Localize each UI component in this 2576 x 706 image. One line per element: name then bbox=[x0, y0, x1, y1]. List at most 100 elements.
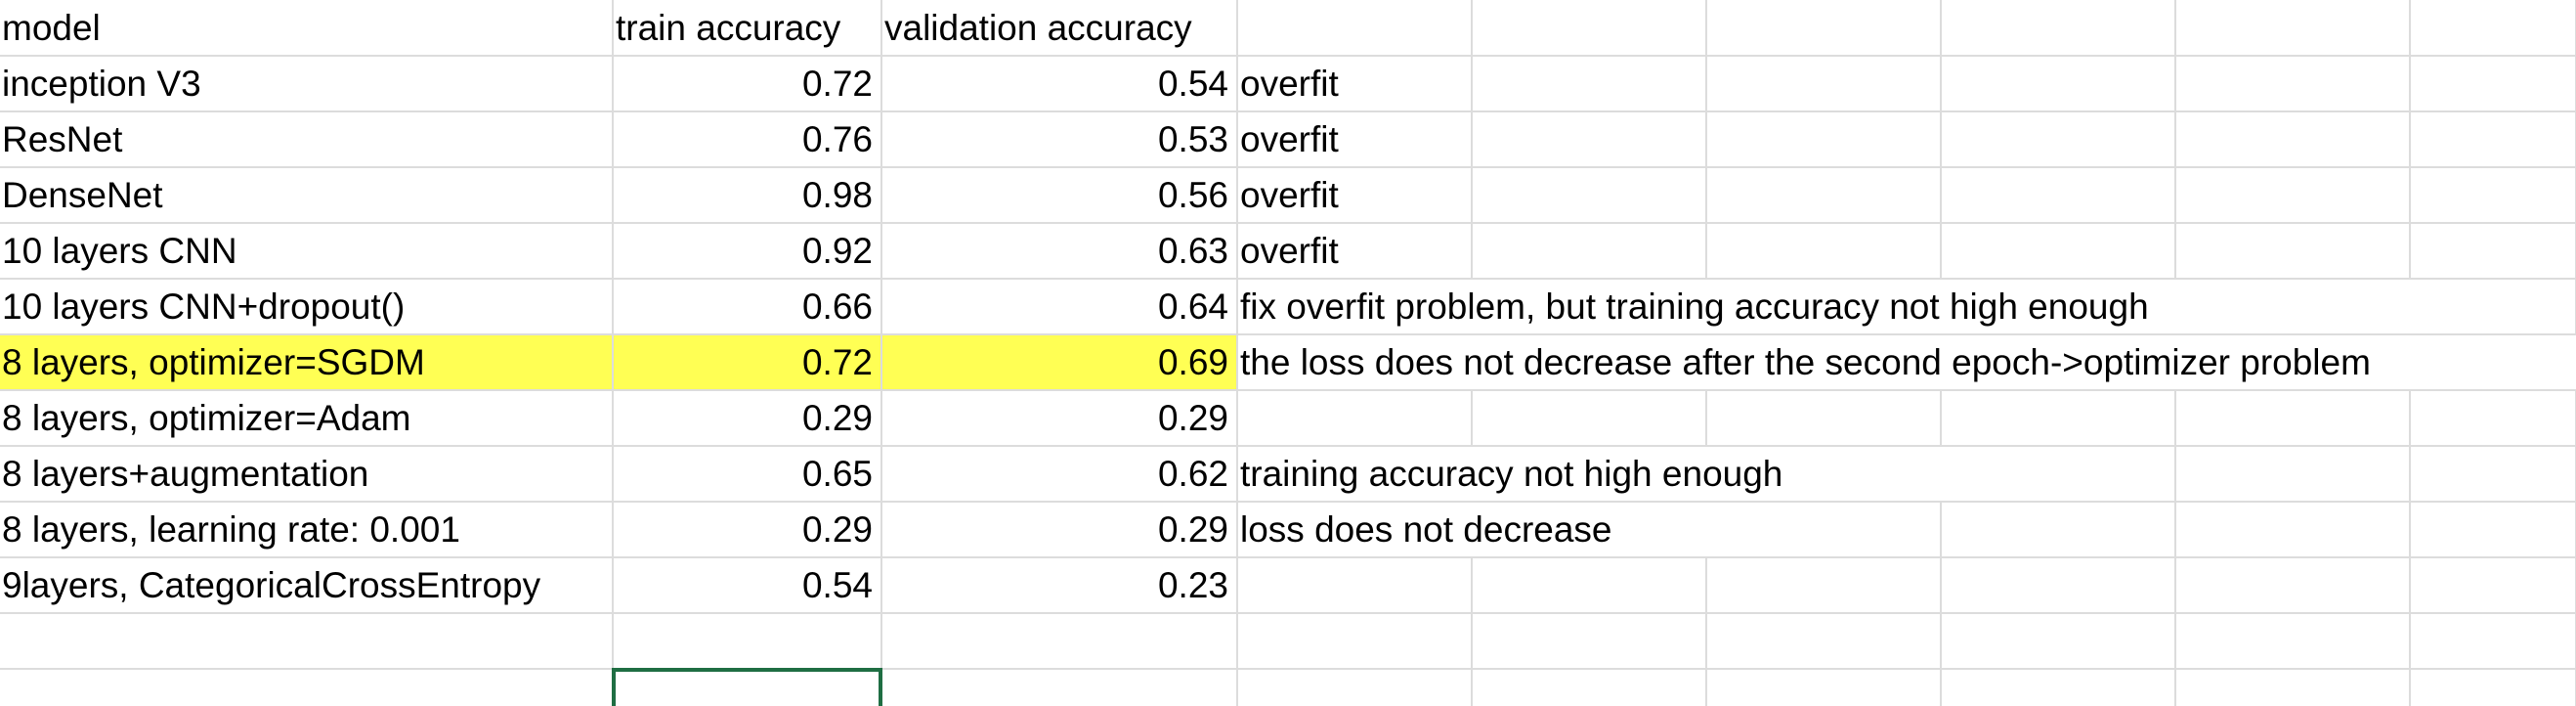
model-cell[interactable]: 10 layers CNN bbox=[0, 223, 614, 280]
empty-cell[interactable] bbox=[1941, 111, 2176, 168]
empty-cell[interactable] bbox=[2175, 223, 2411, 280]
train-accuracy-cell[interactable]: 0.92 bbox=[613, 223, 882, 280]
note-cell[interactable]: training accuracy not high enough bbox=[1237, 446, 1782, 503]
header-validation-accuracy[interactable]: validation accuracy bbox=[881, 0, 1238, 57]
validation-accuracy-cell[interactable]: 0.56 bbox=[881, 167, 1238, 224]
empty-cell[interactable] bbox=[2175, 502, 2411, 558]
empty-cell[interactable] bbox=[1941, 502, 2176, 558]
empty-cell[interactable] bbox=[2410, 334, 2576, 391]
train-accuracy-cell[interactable]: 0.66 bbox=[613, 279, 882, 335]
empty-cell[interactable] bbox=[2410, 279, 2576, 335]
model-cell[interactable]: 9layers, CategoricalCrossEntropy bbox=[0, 557, 614, 614]
note-cell[interactable] bbox=[1237, 557, 1473, 614]
model-cell[interactable]: 8 layers, optimizer=SGDM bbox=[0, 334, 614, 391]
header-model[interactable]: model bbox=[0, 0, 614, 57]
empty-cell[interactable] bbox=[2175, 167, 2411, 224]
note-cell[interactable]: overfit bbox=[1237, 56, 1473, 112]
validation-accuracy-cell[interactable]: 0.23 bbox=[881, 557, 1238, 614]
validation-accuracy-cell[interactable]: 0.29 bbox=[881, 502, 1238, 558]
empty-cell[interactable] bbox=[1941, 557, 2176, 614]
empty-cell[interactable] bbox=[1237, 0, 1473, 57]
empty-cell[interactable] bbox=[1941, 0, 2176, 57]
empty-cell[interactable] bbox=[2410, 0, 2576, 57]
train-accuracy-cell[interactable]: 0.29 bbox=[613, 390, 882, 447]
header-train-accuracy[interactable]: train accuracy bbox=[613, 0, 882, 57]
train-accuracy-cell[interactable]: 0.72 bbox=[613, 56, 882, 112]
validation-accuracy-cell[interactable]: 0.63 bbox=[881, 223, 1238, 280]
spreadsheet-grid[interactable]: model train accuracy validation accuracy… bbox=[0, 0, 2576, 706]
empty-cell[interactable] bbox=[0, 669, 614, 706]
empty-cell[interactable] bbox=[1706, 390, 1942, 447]
validation-accuracy-cell[interactable]: 0.53 bbox=[881, 111, 1238, 168]
train-accuracy-cell[interactable]: 0.29 bbox=[613, 502, 882, 558]
empty-cell[interactable] bbox=[1706, 111, 1942, 168]
note-cell[interactable]: the loss does not decrease after the sec… bbox=[1237, 334, 2371, 391]
note-cell[interactable] bbox=[1237, 390, 1473, 447]
model-cell[interactable]: ResNet bbox=[0, 111, 614, 168]
empty-cell[interactable] bbox=[1472, 390, 1707, 447]
empty-cell[interactable] bbox=[2175, 111, 2411, 168]
empty-cell[interactable] bbox=[2410, 56, 2576, 112]
validation-accuracy-cell[interactable]: 0.62 bbox=[881, 446, 1238, 503]
empty-cell[interactable] bbox=[1941, 223, 2176, 280]
train-accuracy-cell[interactable]: 0.72 bbox=[613, 334, 882, 391]
model-cell[interactable]: 10 layers CNN+dropout() bbox=[0, 279, 614, 335]
model-cell[interactable]: 8 layers, learning rate: 0.001 bbox=[0, 502, 614, 558]
validation-accuracy-cell[interactable]: 0.54 bbox=[881, 56, 1238, 112]
note-cell[interactable]: overfit bbox=[1237, 111, 1473, 168]
train-accuracy-cell[interactable]: 0.76 bbox=[613, 111, 882, 168]
model-cell[interactable]: 8 layers, optimizer=Adam bbox=[0, 390, 614, 447]
train-accuracy-cell[interactable]: 0.54 bbox=[613, 557, 882, 614]
empty-cell[interactable] bbox=[1472, 0, 1707, 57]
empty-cell[interactable] bbox=[2175, 0, 2411, 57]
empty-cell[interactable] bbox=[1941, 56, 2176, 112]
empty-cell[interactable] bbox=[2175, 279, 2410, 335]
empty-cell[interactable] bbox=[881, 613, 1238, 670]
empty-cell[interactable] bbox=[2175, 613, 2411, 670]
empty-cell[interactable] bbox=[2175, 557, 2411, 614]
empty-cell[interactable] bbox=[2410, 390, 2576, 447]
note-cell[interactable]: overfit bbox=[1237, 167, 1473, 224]
model-cell[interactable]: inception V3 bbox=[0, 56, 614, 112]
empty-cell[interactable] bbox=[2410, 557, 2576, 614]
empty-cell[interactable] bbox=[1706, 669, 1942, 706]
empty-cell[interactable] bbox=[1237, 669, 1473, 706]
empty-cell[interactable] bbox=[1472, 669, 1707, 706]
note-cell[interactable]: loss does not decrease bbox=[1237, 502, 1612, 558]
train-accuracy-cell[interactable]: 0.65 bbox=[613, 446, 882, 503]
empty-cell[interactable] bbox=[881, 669, 1238, 706]
empty-cell[interactable] bbox=[1941, 446, 2176, 503]
empty-cell[interactable] bbox=[2175, 669, 2411, 706]
empty-cell[interactable] bbox=[1472, 613, 1707, 670]
empty-cell[interactable] bbox=[2410, 446, 2576, 503]
model-cell[interactable]: DenseNet bbox=[0, 167, 614, 224]
empty-cell[interactable] bbox=[1706, 56, 1942, 112]
note-cell[interactable]: overfit bbox=[1237, 223, 1473, 280]
empty-cell[interactable] bbox=[2410, 669, 2576, 706]
empty-cell[interactable] bbox=[2175, 56, 2411, 112]
empty-cell[interactable] bbox=[1472, 167, 1707, 224]
empty-cell[interactable] bbox=[1941, 167, 2176, 224]
empty-cell[interactable] bbox=[1941, 390, 2176, 447]
empty-cell[interactable] bbox=[1706, 0, 1942, 57]
empty-cell[interactable] bbox=[1706, 502, 1942, 558]
empty-cell[interactable] bbox=[1472, 557, 1707, 614]
validation-accuracy-cell[interactable]: 0.64 bbox=[881, 279, 1238, 335]
train-accuracy-cell[interactable]: 0.98 bbox=[613, 167, 882, 224]
validation-accuracy-cell[interactable]: 0.29 bbox=[881, 390, 1238, 447]
validation-accuracy-cell[interactable]: 0.69 bbox=[881, 334, 1238, 391]
empty-cell[interactable] bbox=[1472, 56, 1707, 112]
empty-cell[interactable] bbox=[2410, 111, 2576, 168]
empty-cell[interactable] bbox=[613, 613, 882, 670]
empty-cell[interactable] bbox=[1237, 613, 1473, 670]
empty-cell[interactable] bbox=[1706, 167, 1942, 224]
empty-cell[interactable] bbox=[0, 613, 614, 670]
empty-cell[interactable] bbox=[2175, 390, 2411, 447]
empty-cell[interactable] bbox=[1706, 557, 1942, 614]
empty-cell[interactable] bbox=[1706, 223, 1942, 280]
empty-cell[interactable] bbox=[1472, 111, 1707, 168]
empty-cell[interactable] bbox=[2410, 167, 2576, 224]
empty-cell[interactable] bbox=[2410, 613, 2576, 670]
empty-cell[interactable] bbox=[1472, 223, 1707, 280]
note-cell[interactable]: fix overfit problem, but training accura… bbox=[1237, 279, 2149, 335]
